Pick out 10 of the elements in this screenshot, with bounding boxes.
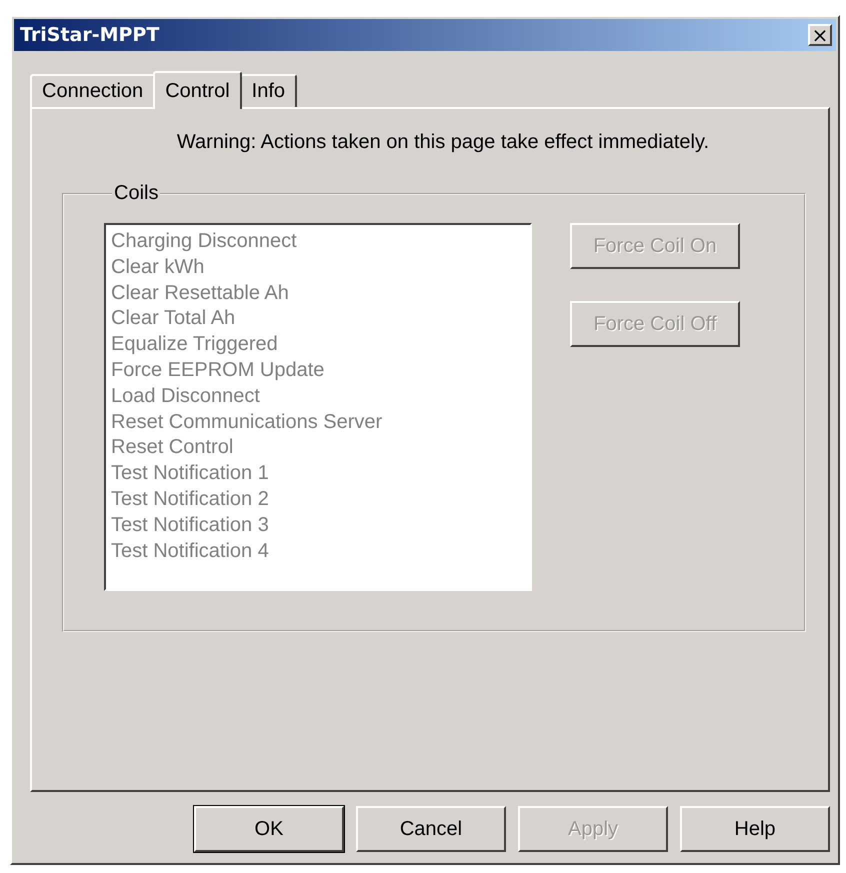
window-title: TriStar-MPPT	[20, 24, 160, 46]
tab[interactable]: Connection	[30, 74, 156, 107]
group-title: Coils	[113, 182, 160, 205]
dialog-button[interactable]: OK	[194, 806, 344, 852]
close-button[interactable]: ×	[808, 24, 832, 46]
dialog-button[interactable]: Help	[680, 806, 830, 852]
tab[interactable]: Info	[240, 74, 298, 107]
dialog-button[interactable]: Cancel	[356, 806, 506, 852]
tab[interactable]: Control	[153, 71, 242, 109]
warning-text: Warning: Actions taken on this page take effect immediately.	[176, 131, 710, 154]
